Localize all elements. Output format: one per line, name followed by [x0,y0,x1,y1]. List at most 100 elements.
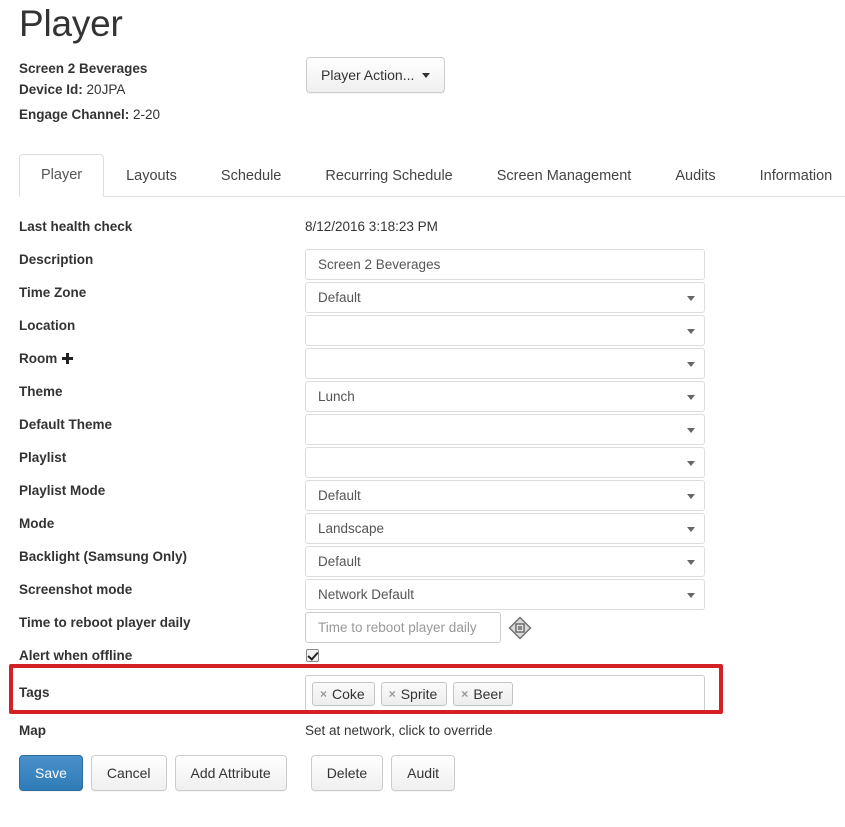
label-location: Location [19,318,76,333]
description-input[interactable] [305,249,705,280]
label-map: Map [19,723,46,738]
control-screenshot-mode: Network Default [305,579,705,610]
backlight-select[interactable]: Default [305,546,705,577]
mode-value: Landscape [318,521,385,536]
room-select[interactable] [305,348,705,379]
chevron-down-icon [687,362,695,367]
row-map: Map Set at network, click to override [0,720,845,753]
location-select[interactable] [305,315,705,346]
control-location [305,315,705,346]
add-attribute-button[interactable]: Add Attribute [174,755,287,791]
label-mode: Mode [19,516,55,531]
row-default-theme: Default Theme [0,414,845,447]
label-screenshot-mode: Screenshot mode [19,582,133,597]
device-id-label: Device Id [19,82,79,97]
time-zone-select[interactable]: Default [305,282,705,313]
audit-button[interactable]: Audit [391,755,456,791]
row-description: Description [0,249,845,282]
playlist-select[interactable] [305,447,705,478]
delete-button[interactable]: Delete [310,755,384,791]
label-time-zone: Time Zone [19,285,87,300]
tags-input[interactable]: × Coke × Sprite × Beer [305,675,705,712]
row-time-zone: Time Zone Default [0,282,845,315]
control-map: Set at network, click to override [305,720,705,741]
control-time-to-reboot [305,612,705,646]
label-alert-when-offline: Alert when offline [19,648,133,663]
plus-icon[interactable] [62,353,74,364]
control-backlight: Default [305,546,705,577]
time-zone-value: Default [318,290,361,305]
control-alert-when-offline [305,645,705,662]
chevron-down-icon [687,461,695,466]
playlist-mode-value: Default [318,488,361,503]
tag-chip[interactable]: × Coke [312,681,375,706]
tab-audits[interactable]: Audits [653,155,737,197]
time-to-reboot-input[interactable] [305,612,501,643]
row-theme: Theme Lunch [0,381,845,414]
row-alert-when-offline: Alert when offline [0,645,845,673]
screenshot-mode-value: Network Default [318,587,415,602]
row-backlight: Backlight (Samsung Only) Default [0,546,845,579]
row-last-health-check: Last health check 8/12/2016 3:18:23 PM [0,216,845,249]
label-playlist: Playlist [19,450,67,465]
form-actions: Save Cancel Add Attribute Delete Audit [19,755,463,791]
tag-chip[interactable]: × Beer [453,681,513,706]
control-playlist [305,447,705,478]
mode-select[interactable]: Landscape [305,513,705,544]
remove-tag-icon[interactable]: × [461,688,468,700]
device-id-value: 20JPA [86,82,126,97]
label-last-health-check: Last health check [19,219,133,234]
player-action-button[interactable]: Player Action... [306,57,446,93]
time-picker-icon[interactable] [508,616,532,640]
tag-label: Sprite [400,685,438,702]
theme-select[interactable]: Lunch [305,381,705,412]
tab-bar: Player Layouts Schedule Recurring Schedu… [19,154,845,197]
tab-screen-management[interactable]: Screen Management [475,155,654,197]
label-room: Room [19,348,74,369]
label-theme: Theme [19,384,63,399]
chevron-down-icon [687,296,695,301]
playlist-mode-select[interactable]: Default [305,480,705,511]
control-tags: × Coke × Sprite × Beer [305,675,705,712]
chevron-down-icon [687,329,695,334]
row-room: Room [0,348,845,381]
label-tags: Tags [19,685,50,700]
player-form: Last health check 8/12/2016 3:18:23 PM D… [0,216,845,753]
screenshot-mode-select[interactable]: Network Default [305,579,705,610]
chevron-down-icon [687,560,695,565]
chevron-down-icon [687,527,695,532]
chevron-down-icon [687,428,695,433]
label-room-text: Room [19,351,58,366]
chevron-down-icon [687,494,695,499]
map-override-link[interactable]: Set at network, click to override [305,720,705,741]
control-theme: Lunch [305,381,705,412]
tab-information[interactable]: Information [738,155,845,197]
page-title: Player [19,3,123,44]
tab-layouts[interactable]: Layouts [104,155,199,197]
row-mode: Mode Landscape [0,513,845,546]
row-playlist: Playlist [0,447,845,480]
remove-tag-icon[interactable]: × [389,688,396,700]
tab-schedule[interactable]: Schedule [199,155,303,197]
row-screenshot-mode: Screenshot mode Network Default [0,579,845,612]
chevron-down-icon [687,395,695,400]
row-time-to-reboot: Time to reboot player daily [0,612,845,645]
theme-value: Lunch [318,389,355,404]
control-time-zone: Default [305,282,705,313]
control-playlist-mode: Default [305,480,705,511]
cancel-button[interactable]: Cancel [90,755,167,791]
control-description [305,249,705,280]
save-button[interactable]: Save [19,755,83,791]
row-playlist-mode: Playlist Mode Default [0,480,845,513]
remove-tag-icon[interactable]: × [320,688,327,700]
label-backlight: Backlight (Samsung Only) [19,549,188,564]
tag-chip[interactable]: × Sprite [380,681,448,706]
player-action-label: Player Action... [321,67,415,83]
engage-channel-line: Engage Channel: 2-20 [19,107,161,122]
default-theme-select[interactable] [305,414,705,445]
backlight-value: Default [318,554,361,569]
tab-player[interactable]: Player [19,154,105,197]
alert-when-offline-checkbox[interactable] [306,649,319,662]
tab-recurring-schedule[interactable]: Recurring Schedule [303,155,474,197]
label-playlist-mode: Playlist Mode [19,483,106,498]
